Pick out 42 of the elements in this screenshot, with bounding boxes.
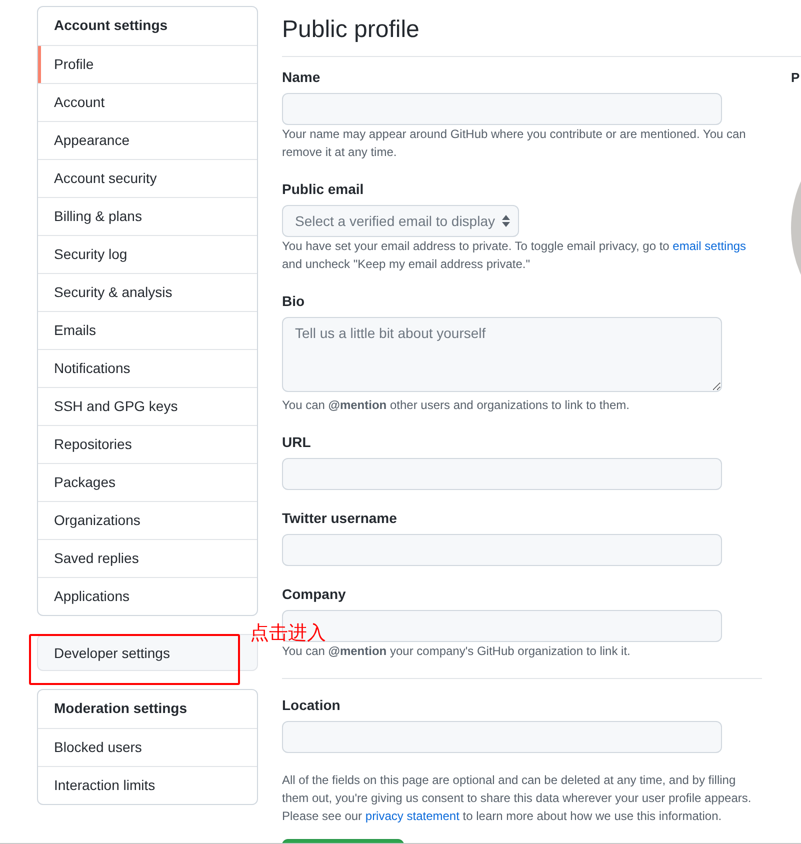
section-label: P <box>791 69 800 87</box>
sidebar-item[interactable]: Repositories <box>38 425 257 463</box>
input-field[interactable] <box>282 458 722 490</box>
section-header: Moderation settings <box>53 699 188 718</box>
field-label: Twitter username <box>282 509 398 528</box>
input-field[interactable] <box>282 721 722 753</box>
sidebar-item[interactable]: Saved replies <box>38 539 257 577</box>
sidebar-item[interactable]: Packages <box>38 463 257 501</box>
sidebar-item[interactable]: Security & analysis <box>38 273 257 311</box>
sidebar-item[interactable]: SSH and GPG keys <box>38 387 257 425</box>
text-link[interactable]: email settings <box>672 239 746 253</box>
field-label: Name <box>282 68 322 87</box>
page-title: Public profile <box>282 6 801 57</box>
field-label: Bio <box>282 292 306 311</box>
sidebar-item[interactable]: Organizations <box>38 501 257 539</box>
sidebar-item[interactable]: Notifications <box>38 349 257 387</box>
help-text: You have set your email address to private. To toggle email privacy, go to email settings and uncheck "Keep my email address private." <box>282 238 748 273</box>
sidebar-item[interactable]: Account security <box>38 159 257 197</box>
text-link[interactable]: privacy statement <box>365 809 460 823</box>
sidebar-item[interactable]: Account <box>38 83 257 121</box>
field-label: URL <box>282 433 312 452</box>
sidebar-item[interactable]: Blocked users <box>38 728 257 766</box>
input-field[interactable] <box>282 534 722 566</box>
field-label: Public email <box>282 180 365 199</box>
sidebar-item[interactable]: Applications <box>38 577 257 615</box>
help-text: You can @mention your company's GitHub organization to link it. <box>282 643 632 660</box>
help-text: Your name may appear around GitHub where you contribute or are mentioned. You can remove it at any time. <box>282 126 747 161</box>
section-header: Account settings <box>53 16 169 35</box>
text-area[interactable]: Tell us a little bit about yourself <box>282 317 722 392</box>
select-field[interactable]: Select a verified email to display <box>282 205 519 237</box>
sidebar-item[interactable]: Profile <box>38 45 257 83</box>
help-text: You can @mention other users and organizations to link to them. <box>282 397 630 414</box>
field-label: Location <box>282 696 342 715</box>
sidebar-item[interactable]: Billing & plans <box>38 197 257 235</box>
sidebar-item[interactable]: Interaction limits <box>38 766 257 804</box>
sidebar-item[interactable]: Appearance <box>38 121 257 159</box>
sort-caret-icon <box>502 215 510 227</box>
help-text: All of the fields on this page are optional and can be deleted at any time, and by filling them out, you're giving us consent to share this data wherever your user profile appears. Please see our privacy statement to learn more about how we use this information. <box>282 772 752 825</box>
field-label: Company <box>282 585 347 604</box>
input-field[interactable] <box>282 93 722 125</box>
sidebar-item[interactable]: Security log <box>38 235 257 273</box>
sidebar-item[interactable]: Emails <box>38 311 257 349</box>
